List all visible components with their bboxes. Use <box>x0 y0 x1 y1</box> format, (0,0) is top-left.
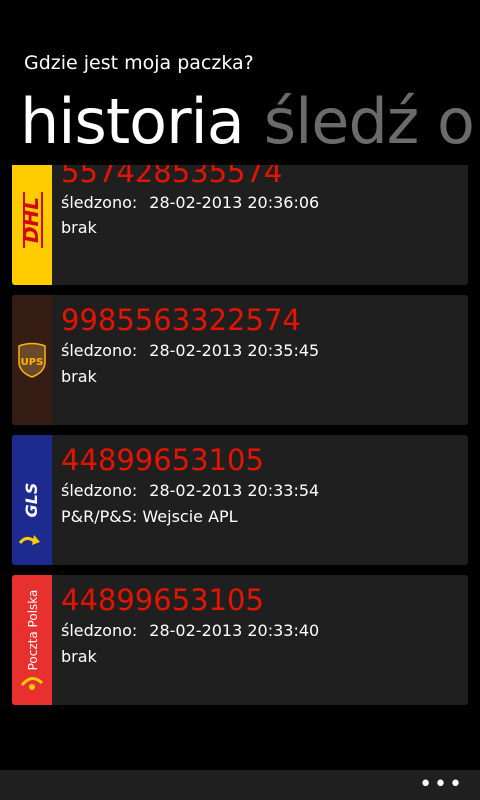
tracking-number: 557428535574 <box>61 165 283 189</box>
tracked-row: śledzono: 28-02-2013 20:33:54 <box>61 481 319 500</box>
package-list[interactable]: DHL 557428535574 śledzono: 28-02-2013 20:… <box>12 165 468 768</box>
tracked-time: 28-02-2013 20:33:40 <box>149 621 320 640</box>
package-status: brak <box>61 367 97 386</box>
pivot-tab-sledz[interactable]: śledź o <box>264 85 475 158</box>
tracked-time: 28-02-2013 20:36:06 <box>149 193 320 212</box>
more-options-icon[interactable]: ••• <box>419 772 464 797</box>
app-bar: ••• <box>0 770 480 800</box>
tracked-label: śledzono: <box>61 621 138 640</box>
tracked-time: 28-02-2013 20:33:54 <box>149 481 320 500</box>
tracked-row: śledzono: 28-02-2013 20:36:06 <box>61 193 319 212</box>
tracking-number: 44899653105 <box>61 443 264 477</box>
gls-logo: GLS <box>12 435 52 565</box>
package-card[interactable]: UPS 9985563322574 śledzono: 28-02-2013 20… <box>12 295 468 425</box>
poczta-polska-logo: Poczta Polska <box>12 575 52 705</box>
package-card[interactable]: Poczta Polska 44899653105 śledzono: 28-02… <box>12 575 468 705</box>
pivot-tab-historia[interactable]: historia <box>20 85 245 158</box>
tracked-label: śledzono: <box>61 193 138 212</box>
tracked-row: śledzono: 28-02-2013 20:35:45 <box>61 341 319 360</box>
tracking-number: 44899653105 <box>61 583 264 617</box>
ups-logo: UPS <box>12 295 52 425</box>
tracked-time: 28-02-2013 20:35:45 <box>149 341 320 360</box>
svg-text:GLS: GLS <box>22 483 41 518</box>
package-status: brak <box>61 647 97 666</box>
tracking-number: 9985563322574 <box>61 303 301 337</box>
tracked-label: śledzono: <box>61 481 138 500</box>
pivot-header: historia śledź o <box>20 82 475 162</box>
tracked-label: śledzono: <box>61 341 138 360</box>
dhl-logo: DHL <box>12 165 52 285</box>
package-status: P&R/P&S: Wejscie APL <box>61 507 238 526</box>
package-card[interactable]: GLS 44899653105 śledzono: 28-02-2013 20:3… <box>12 435 468 565</box>
tracked-row: śledzono: 28-02-2013 20:33:40 <box>61 621 319 640</box>
package-card[interactable]: DHL 557428535574 śledzono: 28-02-2013 20:… <box>12 165 468 285</box>
svg-text:Poczta Polska: Poczta Polska <box>26 590 40 671</box>
svg-text:UPS: UPS <box>21 357 44 368</box>
svg-text:DHL: DHL <box>19 197 43 243</box>
package-status: brak <box>61 218 97 237</box>
app-title: Gdzie jest moja paczka? <box>24 52 254 74</box>
